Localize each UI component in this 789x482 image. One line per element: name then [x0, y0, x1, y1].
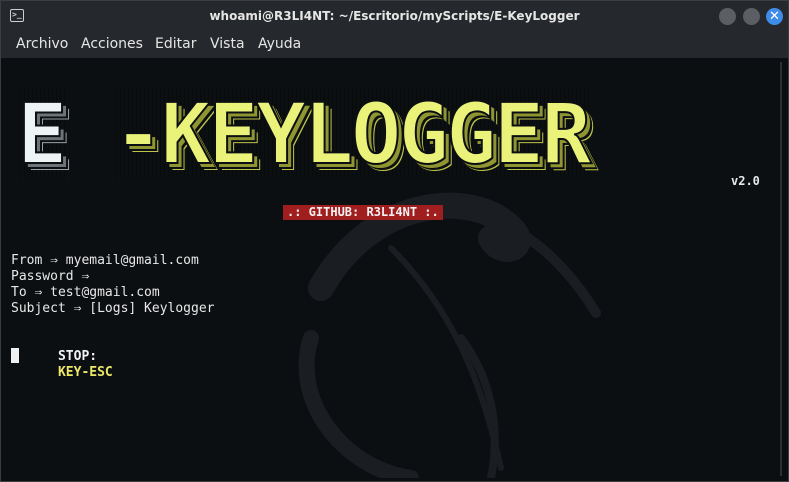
title-bar[interactable]: >_ whoami@R3LI4NT: ~/Escritorio/myScript…: [1, 1, 788, 32]
menu-ayuda[interactable]: Ayuda: [258, 36, 301, 52]
window-title: whoami@R3LI4NT: ~/Escritorio/myScripts/E…: [209, 9, 580, 23]
subject-line: Subject ⇒ [Logs] Keylogger: [11, 301, 215, 316]
stop-label: STOP:: [57, 349, 98, 364]
close-icon: ✕: [769, 9, 780, 24]
version-label: v2.0: [731, 174, 760, 188]
terminal-output[interactable]: E -KEYLOGGER v2.0 .: GITHUB: R3LI4NT :. …: [1, 58, 788, 481]
menu-acciones[interactable]: Acciones: [81, 36, 143, 52]
menu-editar[interactable]: Editar: [155, 36, 196, 52]
stop-line: STOP: KEY-ESC: [11, 333, 113, 397]
menu-archivo[interactable]: Archivo: [16, 36, 68, 52]
menu-bar: Archivo Acciones Editar Vista Ayuda: [1, 32, 788, 58]
github-badge: .: GITHUB: R3LI4NT :.: [283, 205, 443, 220]
terminal-window: >_ whoami@R3LI4NT: ~/Escritorio/myScript…: [0, 0, 789, 482]
maximize-button[interactable]: [743, 8, 760, 25]
logo-keylogger: -KEYLOGGER: [112, 85, 593, 183]
password-line: Password ⇒: [11, 269, 90, 284]
text-cursor: [11, 348, 19, 363]
from-line: From ⇒ myemail@gmail.com: [11, 253, 199, 268]
stop-key: KEY-ESC: [57, 365, 113, 380]
logo-e: E: [16, 85, 69, 183]
kali-dragon-watermark-icon: [298, 192, 601, 478]
minimize-button[interactable]: [719, 8, 736, 25]
close-button[interactable]: ✕: [766, 8, 783, 25]
menu-vista[interactable]: Vista: [210, 36, 245, 52]
to-line: To ⇒ test@gmail.com: [11, 285, 160, 300]
scrollbar[interactable]: [780, 62, 782, 476]
